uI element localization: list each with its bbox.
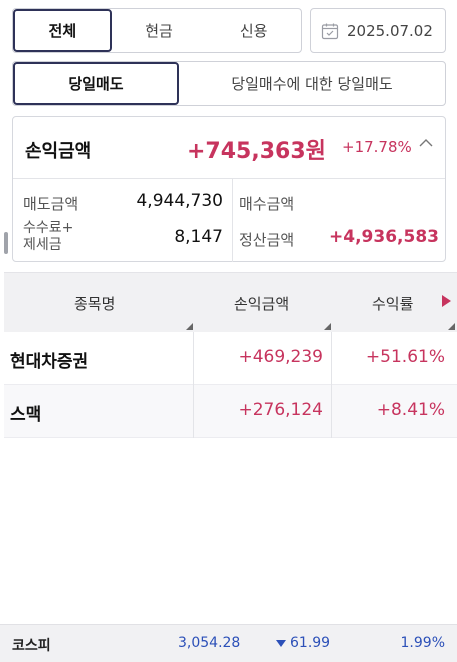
header-stock-name[interactable]: 종목명 <box>74 293 115 314</box>
summary-header[interactable]: 손익금액 +745,363원 +17.78% <box>13 117 445 179</box>
summary-divider <box>232 179 233 262</box>
segment-credit[interactable]: 신용 <box>206 9 301 52</box>
sort-corner-icon <box>448 323 455 330</box>
summary-details: 매도금액 4,944,730 매수금액 수수료+ 제세금 8,147 정산금액 +… <box>13 179 445 262</box>
header-pl-amount[interactable]: 손익금액 <box>234 293 289 314</box>
stock-name: 현대차증권 <box>10 352 89 372</box>
settlement-label: 정산금액 <box>239 231 295 249</box>
sort-corner-icon <box>324 323 331 330</box>
date-value: 2025.07.02 <box>347 21 433 40</box>
stock-name: 스맥 <box>10 405 42 425</box>
fee-tax-label: 수수료+ 제세금 <box>23 220 74 253</box>
market-index-bar[interactable]: 코스피 3,054.28 61.99 1.99% <box>0 624 457 662</box>
trade-mode-tabs: 당일매도 당일매수에 대한 당일매도 <box>12 61 446 106</box>
sell-amount-label: 매도금액 <box>23 195 79 213</box>
header-return-rate[interactable]: 수익률 <box>372 293 413 314</box>
pl-amount: +745,363원 <box>187 139 326 164</box>
date-picker[interactable]: 2025.07.02 <box>310 8 446 53</box>
table-row[interactable]: 현대차증권 +469,239 +51.61% <box>4 332 457 385</box>
stock-pl: +276,124 <box>238 400 323 420</box>
index-change: 61.99 <box>290 635 331 651</box>
table-row[interactable]: 스맥 +276,124 +8.41% <box>4 385 457 438</box>
sort-corner-icon <box>186 323 193 330</box>
tab-same-day-sell[interactable]: 당일매도 <box>13 62 179 105</box>
tab-same-day-buy-sell[interactable]: 당일매수에 대한 당일매도 <box>179 62 445 105</box>
pl-label: 손익금액 <box>25 141 92 162</box>
settlement-value: +4,936,583 <box>329 227 439 247</box>
calendar-icon <box>321 23 339 39</box>
profit-summary-card: 손익금액 +745,363원 +17.78% 매도금액 4,944,730 매수… <box>12 116 446 262</box>
pl-rate: +17.78% <box>342 138 412 156</box>
index-value: 3,054.28 <box>178 635 241 651</box>
scroll-right-arrow-icon[interactable] <box>442 295 451 307</box>
column-divider <box>193 332 194 438</box>
chevron-up-icon[interactable] <box>419 138 433 148</box>
stock-list: 현대차증권 +469,239 +51.61% 스맥 +276,124 +8.41… <box>4 332 457 438</box>
side-drag-handle[interactable] <box>4 232 8 254</box>
stock-rate: +51.61% <box>365 347 445 367</box>
index-rate: 1.99% <box>400 635 445 651</box>
index-name: 코스피 <box>12 638 51 654</box>
down-triangle-icon <box>276 640 286 647</box>
stock-pl: +469,239 <box>238 347 323 367</box>
table-header: 종목명 손익금액 수익률 <box>4 272 457 332</box>
column-divider <box>331 332 332 438</box>
fee-tax-value: 8,147 <box>174 227 223 247</box>
stock-rate: +8.41% <box>376 400 445 420</box>
buy-amount-label: 매수금액 <box>239 195 295 213</box>
sell-amount-value: 4,944,730 <box>136 191 223 211</box>
account-type-segmented-control: 전체 현금 신용 <box>12 8 302 53</box>
segment-cash[interactable]: 현금 <box>112 9 207 52</box>
segment-all[interactable]: 전체 <box>13 9 112 52</box>
